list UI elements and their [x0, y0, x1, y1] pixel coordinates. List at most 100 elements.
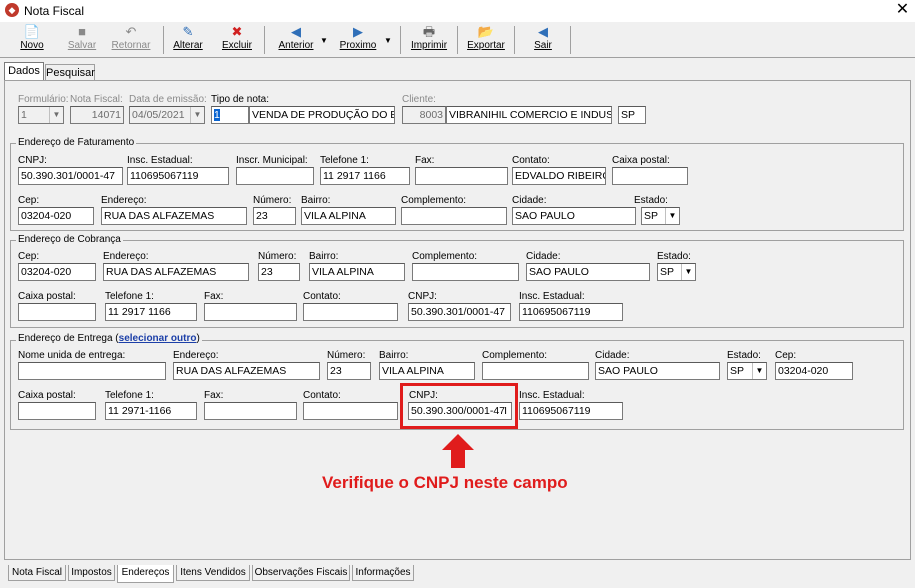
fat-im-field[interactable] — [236, 167, 314, 185]
proximo-dropdown-icon[interactable]: ▼ — [384, 36, 392, 45]
sair-button[interactable]: ◀ Sair — [526, 24, 560, 56]
fat-end-field[interactable]: RUA DAS ALFAZEMAS — [101, 207, 247, 225]
fat-tel-field[interactable]: 11 2917 1166 — [320, 167, 410, 185]
ent-cx-label: Caixa postal: — [18, 390, 76, 401]
ent-bairro-label: Bairro: — [379, 350, 409, 361]
cliente-name-field[interactable]: VIBRANIHIL COMERCIO E INDUSTR — [446, 106, 612, 124]
fat-end-label: Endereço: — [101, 195, 147, 206]
cliente-code-field[interactable]: 8003 — [402, 106, 446, 124]
fat-cx-field[interactable] — [612, 167, 688, 185]
new-document-icon: 📄 — [23, 24, 41, 39]
fat-cx-label: Caixa postal: — [612, 155, 670, 166]
cob-num-field[interactable]: 23 — [258, 263, 300, 281]
formulario-select[interactable]: 1 ▼ — [18, 106, 64, 124]
chevron-down-icon: ▼ — [752, 363, 766, 379]
cob-cnpj-field[interactable]: 50.390.301/0001-47 — [408, 303, 511, 321]
delete-icon: ✖ — [231, 24, 243, 39]
chevron-down-icon: ▼ — [49, 107, 63, 123]
tab-nota-fiscal[interactable]: Nota Fiscal — [8, 565, 66, 581]
fat-estado-select[interactable]: SP ▼ — [641, 207, 680, 225]
tab-observacoes-fiscais[interactable]: Observações Fiscais — [252, 565, 350, 581]
fat-cidade-field[interactable]: SAO PAULO — [512, 207, 636, 225]
alterar-button[interactable]: ✎ Alterar — [170, 24, 206, 56]
ent-nome-field[interactable] — [18, 362, 166, 380]
toolbar: 📄 Novo ■ Salvar ↶ Retornar ✎ Alterar ✖ Exclui… — [0, 22, 915, 58]
ent-end-field[interactable]: RUA DAS ALFAZEMAS — [173, 362, 320, 380]
anterior-dropdown-icon[interactable]: ▼ — [320, 36, 328, 45]
save-icon: ■ — [78, 24, 86, 39]
cob-bairro-label: Bairro: — [309, 251, 339, 262]
tab-dados[interactable]: Dados — [4, 62, 44, 82]
fat-compl-field[interactable] — [401, 207, 507, 225]
tab-informacoes[interactable]: Informações — [352, 565, 414, 581]
ent-end-label: Endereço: — [173, 350, 219, 361]
cliente-uf-field[interactable]: SP — [618, 106, 646, 124]
ent-cep-field[interactable]: 03204-020 — [775, 362, 853, 380]
fat-fax-label: Fax: — [415, 155, 435, 166]
cob-cep-field[interactable]: 03204-020 — [18, 263, 96, 281]
ent-fax-field[interactable] — [204, 402, 297, 420]
fat-cnpj-label: CNPJ: — [18, 155, 47, 166]
fat-estado-label: Estado: — [634, 195, 668, 206]
tab-enderecos[interactable]: Endereços — [117, 565, 174, 583]
cob-cnpj-label: CNPJ: — [408, 291, 437, 302]
exportar-button[interactable]: 📂 Exportar — [464, 24, 508, 56]
fat-cep-label: Cep: — [18, 195, 40, 206]
cob-contato-field[interactable] — [303, 303, 398, 321]
fat-ie-field[interactable]: 110695067119 — [127, 167, 229, 185]
retornar-button[interactable]: ↶ Retornar — [108, 24, 154, 56]
app-icon: ◆ — [5, 3, 19, 17]
data-emissao-field[interactable]: 04/05/2021 ▼ — [129, 106, 205, 124]
ent-num-field[interactable]: 23 — [327, 362, 371, 380]
fat-num-field[interactable]: 23 — [253, 207, 296, 225]
fat-im-label: Inscr. Municipal: — [236, 155, 308, 166]
data-emissao-label: Data de emissão: — [129, 94, 207, 105]
ent-compl-field[interactable] — [482, 362, 589, 380]
proximo-button[interactable]: ▶ Proximo — [336, 24, 380, 56]
cobranca-title: Endereço de Cobrança — [16, 234, 123, 245]
excluir-button[interactable]: ✖ Excluir — [218, 24, 256, 56]
ent-cidade-field[interactable]: SAO PAULO — [595, 362, 720, 380]
cliente-label: Cliente: — [402, 94, 436, 105]
undo-icon: ↶ — [125, 24, 137, 39]
cob-estado-select[interactable]: SP ▼ — [657, 263, 696, 281]
cob-ie-field[interactable]: 110695067119 — [519, 303, 623, 321]
ent-contato-label: Contato: — [303, 390, 341, 401]
cob-tel-label: Telefone 1: — [105, 291, 154, 302]
fat-bairro-field[interactable]: VILA ALPINA — [301, 207, 396, 225]
arrow-right-icon: ▶ — [353, 24, 363, 39]
nota-fiscal-field[interactable]: 14071 — [70, 106, 124, 124]
fat-contato-field[interactable]: EDVALDO RIBEIRO — [512, 167, 606, 185]
salvar-button[interactable]: ■ Salvar — [62, 24, 102, 56]
cob-tel-field[interactable]: 11 2917 1166 — [105, 303, 197, 321]
close-icon[interactable]: ✕ — [890, 0, 915, 22]
cob-fax-field[interactable] — [204, 303, 297, 321]
ent-cx-field[interactable] — [18, 402, 96, 420]
tab-impostos[interactable]: Impostos — [68, 565, 115, 581]
ent-contato-field[interactable] — [303, 402, 398, 420]
fat-cep-field[interactable]: 03204-020 — [18, 207, 94, 225]
imprimir-button[interactable]: 🖶 Imprimir — [408, 24, 450, 56]
cob-cidade-label: Cidade: — [526, 251, 561, 262]
fat-fax-field[interactable] — [415, 167, 508, 185]
cob-cx-field[interactable] — [18, 303, 96, 321]
entrega-title: Endereço de Entrega — [18, 333, 113, 344]
ent-bairro-field[interactable]: VILA ALPINA — [379, 362, 475, 380]
arrow-left-icon: ◀ — [291, 24, 301, 39]
ent-ie-field[interactable]: 110695067119 — [519, 402, 623, 420]
tipo-nota-code-field[interactable]: 1 — [211, 106, 249, 124]
ent-estado-select[interactable]: SP ▼ — [727, 362, 767, 380]
novo-button[interactable]: 📄 Novo — [14, 24, 50, 56]
tab-itens-vendidos[interactable]: Itens Vendidos — [176, 565, 250, 581]
cob-cidade-field[interactable]: SAO PAULO — [526, 263, 650, 281]
selecionar-outro-link[interactable]: selecionar outro — [119, 333, 197, 344]
cob-end-field[interactable]: RUA DAS ALFAZEMAS — [103, 263, 249, 281]
fat-cnpj-field[interactable]: 50.390.301/0001-47 — [18, 167, 123, 185]
anterior-button[interactable]: ◀ Anterior — [274, 24, 318, 56]
formulario-label: Formulário: — [18, 94, 69, 105]
cob-bairro-field[interactable]: VILA ALPINA — [309, 263, 405, 281]
tipo-nota-desc-field[interactable]: VENDA DE PRODUÇÃO DO ES — [249, 106, 395, 124]
cob-compl-field[interactable] — [412, 263, 519, 281]
ent-tel-field[interactable]: 11 2971-1166 — [105, 402, 197, 420]
ent-compl-label: Complemento: — [482, 350, 548, 361]
